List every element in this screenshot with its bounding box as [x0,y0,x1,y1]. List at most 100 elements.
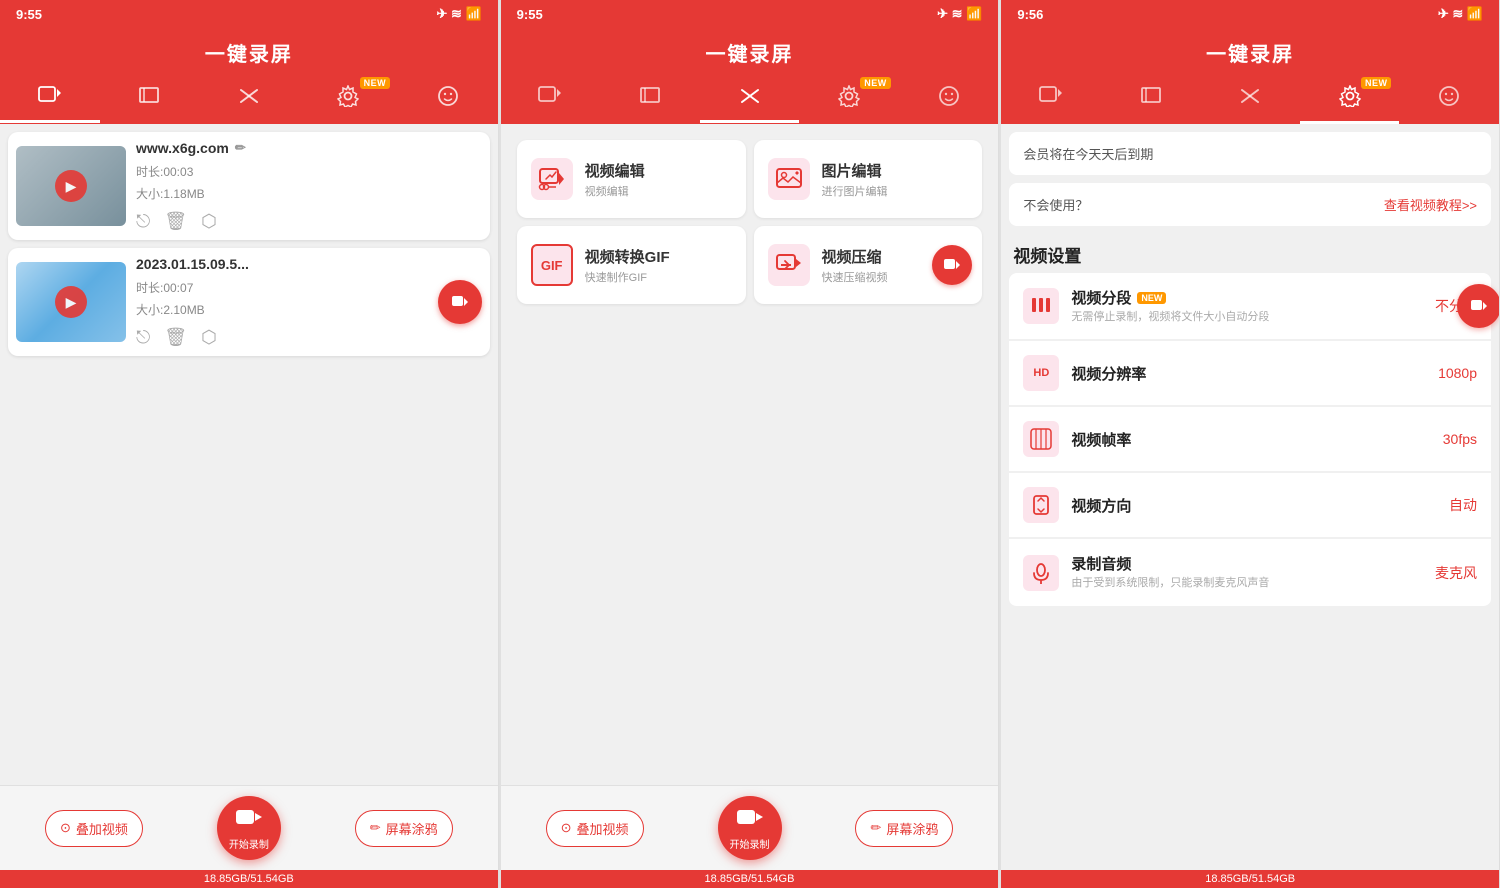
setting-resolution[interactable]: HD 视频分辨率 1080p [1009,341,1491,406]
trim-tab-icon-1 [138,86,160,112]
audio-icon [1023,555,1059,591]
play-thumb-1[interactable]: ▶ [55,170,87,202]
tab-settings-3[interactable]: NEW [1300,81,1400,124]
start-record-btn-2[interactable]: 开始录制 [718,796,782,860]
compress-text: 视频压缩 快速压缩视频 [822,246,888,285]
help-row: 不会使用？ 查看视频教程>> [1009,183,1491,226]
image-edit-text: 图片编辑 进行图片编辑 [822,160,888,199]
orientation-icon [1023,487,1059,523]
framerate-icon [1023,421,1059,457]
overlay-icon-1: ⊙ [60,820,71,836]
segment-text: 视频分段 NEW 无需停止录制，视频将文件大小自动分段 [1071,287,1423,325]
tab-bar-1: NEW [0,75,498,124]
storage-bar-3: 18.85GB/51.54GB [1001,870,1499,888]
tools-tab-icon-3 [1239,86,1261,112]
overlay-video-btn-1[interactable]: ⊙ 叠加视频 [45,810,143,847]
tab-bar-3: NEW [1001,75,1499,124]
image-edit-icon [768,158,810,200]
new-badge-2: NEW [860,77,891,89]
tab-videos-1[interactable] [0,82,100,123]
gif-convert-text: 视频转换GIF 快速制作GIF [585,246,670,285]
segment-fab[interactable] [1457,284,1499,328]
tab-bar-2: NEW [501,75,999,124]
compress-icon [768,244,810,286]
tab-tools-3[interactable] [1200,82,1300,120]
video-tab-icon-1 [38,86,62,112]
setting-segment[interactable]: 视频分段 NEW 无需停止录制，视频将文件大小自动分段 不分段 [1009,273,1491,340]
draw-icon-1: ✏ [370,820,381,836]
new-badge-3: NEW [1361,77,1392,89]
status-bar-1: 9:55 ✈ ≋ 📶 [0,0,498,28]
app-title-3: 一键录屏 [1001,28,1499,75]
tab-trim-3[interactable] [1101,82,1201,120]
tool-video-edit[interactable]: 视频编辑 视频编辑 [517,140,746,218]
resolution-icon: HD [1023,355,1059,391]
video-item-1: ▶ www.x6g.com ✏ 时长:00:03 大小:1.18MB ⎋ 🗑 ⬡ [8,132,490,240]
tool-image-edit[interactable]: 图片编辑 进行图片编辑 [754,140,983,218]
video-edit-icon [531,158,573,200]
screen-draw-btn-2[interactable]: ✏ 屏幕涂鸦 [855,810,953,847]
fab-camera-icon-1 [235,806,263,834]
settings-tab-icon-1 [337,85,359,113]
tab-tools-2[interactable] [700,82,800,123]
share-icon-2[interactable]: ⎋ [136,327,150,348]
tab-tools-1[interactable] [199,82,299,120]
framerate-text: 视频帧率 [1071,429,1430,450]
video-meta-1: 时长:00:03 大小:1.18MB [136,162,472,205]
settings-content: 会员将在今天天后到期 不会使用？ 查看视频教程>> 视频设置 视频分段 NEW … [1001,124,1499,870]
tab-trim-1[interactable] [100,82,200,120]
share-icon-1[interactable]: ⎋ [136,211,150,232]
record-fab-2[interactable] [438,280,482,324]
member-banner: 会员将在今天天后到期 [1009,132,1491,175]
start-record-btn-1[interactable]: 开始录制 [217,796,281,860]
new-badge-1: NEW [360,77,391,89]
bottom-bar-2: ⊙ 叠加视频 开始录制 ✏ 屏幕涂鸦 [501,785,999,870]
tools-tab-icon-2 [739,86,761,112]
setting-audio[interactable]: 录制音频 由于受到系统限制，只能录制麦克风声音 麦克风 [1009,539,1491,606]
tab-face-1[interactable] [398,81,498,121]
setting-framerate[interactable]: 视频帧率 30fps [1009,407,1491,472]
status-icons-3: ✈ ≋ 📶 [1438,6,1483,22]
video-title-1: www.x6g.com ✏ [136,140,472,156]
settings-title: 视频设置 [1009,234,1491,273]
thumb-bg-2: ▶ [16,262,126,342]
video-info-1: www.x6g.com ✏ 时长:00:03 大小:1.18MB ⎋ 🗑 ⬡ [126,140,482,232]
overlay-video-btn-2[interactable]: ⊙ 叠加视频 [546,810,644,847]
thumbnail-2: ▶ [16,262,126,342]
tab-videos-2[interactable] [501,82,601,120]
tab-settings-2[interactable]: NEW [799,81,899,121]
tab-trim-2[interactable] [600,82,700,120]
tools-tab-icon-1 [238,86,260,112]
compress-record-fab[interactable] [932,245,972,285]
export-icon-2[interactable]: ⬡ [201,327,217,348]
tab-videos-3[interactable] [1001,82,1101,120]
delete-icon-1[interactable]: 🗑 [164,211,187,232]
delete-icon-2[interactable]: 🗑 [164,327,187,348]
tab-face-2[interactable] [899,81,999,121]
export-icon-1[interactable]: ⬡ [201,211,217,232]
video-actions-1: ⎋ 🗑 ⬡ [136,211,472,232]
status-icons-1: ✈ ≋ 📶 [436,6,481,22]
tool-compress[interactable]: 视频压缩 快速压缩视频 [754,226,983,304]
play-thumb-2[interactable]: ▶ [55,286,87,318]
app-title-1: 一键录屏 [0,28,498,75]
status-bar-2: 9:55 ✈ ≋ 📶 [501,0,999,28]
tutorial-link[interactable]: 查看视频教程>> [1384,195,1477,214]
setting-orientation[interactable]: 视频方向 自动 [1009,473,1491,538]
time-1: 9:55 [16,7,42,22]
video-list-content: ▶ www.x6g.com ✏ 时长:00:03 大小:1.18MB ⎋ 🗑 ⬡ [0,124,498,785]
panel-settings: 9:56 ✈ ≋ 📶 一键录屏 NEW [1001,0,1500,888]
edit-icon-1[interactable]: ✏ [235,140,246,156]
video-edit-text: 视频编辑 视频编辑 [585,160,645,199]
trim-tab-icon-2 [639,86,661,112]
screen-draw-btn-1[interactable]: ✏ 屏幕涂鸦 [355,810,453,847]
tool-gif-convert[interactable]: GIF 视频转换GIF 快速制作GIF [517,226,746,304]
video-meta-2: 时长:00:07 大小:2.10MB [136,278,472,321]
video-title-2: 2023.01.15.09.5... [136,256,472,272]
face-tab-icon-2 [938,85,960,113]
tools-content: 视频编辑 视频编辑 图片编辑 进行图片编辑 GIF 视频转换GIF 快 [501,124,999,785]
draw-icon-2: ✏ [870,820,881,836]
tab-settings-1[interactable]: NEW [299,81,399,121]
panel-video-list: 9:55 ✈ ≋ 📶 一键录屏 NEW [0,0,499,888]
tab-face-3[interactable] [1399,81,1499,121]
